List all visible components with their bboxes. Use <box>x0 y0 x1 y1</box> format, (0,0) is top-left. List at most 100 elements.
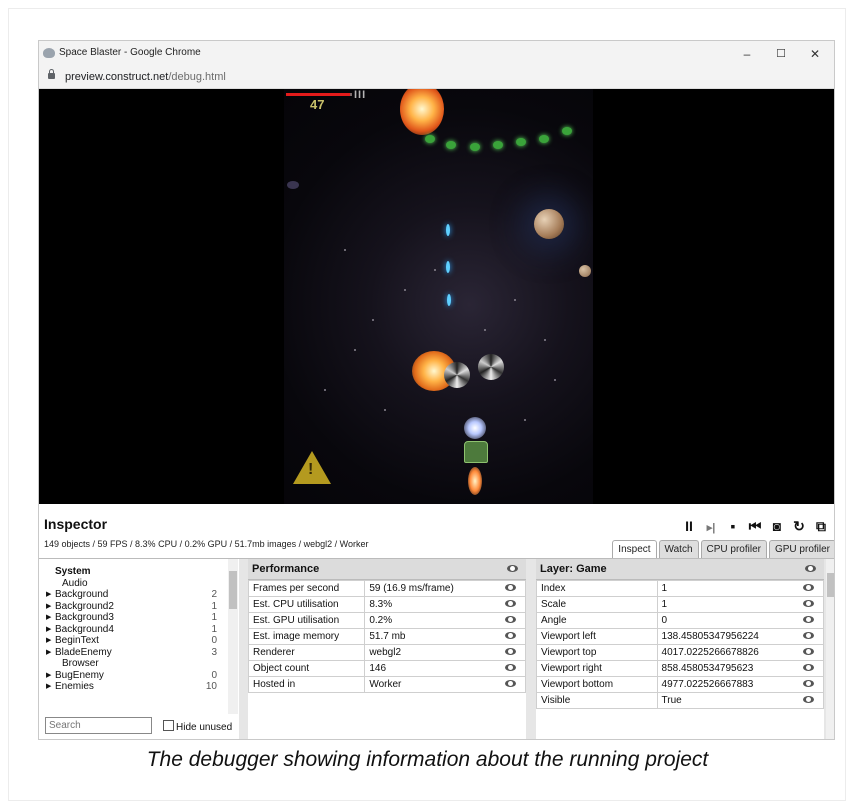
property-value[interactable]: 4017.0225266678826 <box>656 644 793 661</box>
tree-item[interactable]: Background3 1 <box>45 612 225 624</box>
tab-inspect[interactable]: Inspect <box>612 540 657 558</box>
game-canvas[interactable]: 47 III ! <box>284 89 593 504</box>
tree-item-count: 3 <box>211 646 217 658</box>
minimize-button[interactable]: – <box>730 43 764 65</box>
property-value[interactable]: 146 <box>364 660 495 677</box>
tree-item[interactable]: Background2 1 <box>45 601 225 613</box>
eye-icon[interactable] <box>802 664 814 671</box>
step-icon[interactable]: ▸| <box>700 521 722 534</box>
url[interactable]: preview.construct.net/debug.html <box>65 71 226 83</box>
eye-icon[interactable] <box>805 565 816 572</box>
popout-icon[interactable]: ⧉ <box>810 518 832 535</box>
property-value[interactable]: 8.3% <box>364 596 495 613</box>
property-value[interactable]: 1 <box>656 596 793 613</box>
watch-toggle[interactable] <box>793 628 824 645</box>
watch-toggle[interactable] <box>495 660 526 677</box>
eye-icon[interactable] <box>504 664 516 671</box>
tab-watch[interactable]: Watch <box>658 540 699 558</box>
property-value[interactable]: True <box>656 692 793 709</box>
property-value[interactable]: 858.4580534795623 <box>656 660 793 677</box>
eye-icon[interactable] <box>802 584 814 591</box>
eye-icon[interactable] <box>504 632 516 639</box>
game-viewport: 47 III ! <box>39 89 834 504</box>
star <box>404 289 406 291</box>
tree-item[interactable]: BeginText 0 <box>45 635 225 647</box>
address-bar[interactable]: preview.construct.net/debug.html <box>39 67 834 89</box>
tree-item[interactable]: Browser <box>45 658 225 670</box>
property-value[interactable]: 0 <box>656 612 793 629</box>
eye-icon[interactable] <box>802 680 814 687</box>
watch-toggle[interactable] <box>793 660 824 677</box>
eye-icon[interactable] <box>504 616 516 623</box>
property-value[interactable]: 0.2% <box>364 612 495 629</box>
eye-icon[interactable] <box>504 600 516 607</box>
property-value[interactable]: 4977.022526667883 <box>656 676 793 693</box>
eye-icon[interactable] <box>802 648 814 655</box>
tree-item[interactable]: Audio <box>45 578 225 590</box>
property-row: Scale 1 <box>536 596 824 613</box>
performance-header[interactable]: Performance <box>248 559 526 580</box>
property-value[interactable]: webgl2 <box>364 644 495 661</box>
watch-toggle[interactable] <box>793 612 824 629</box>
tree-item[interactable]: BladeEnemy 3 <box>45 647 225 659</box>
tree-scroll-thumb[interactable] <box>229 571 237 609</box>
eye-icon[interactable] <box>802 696 814 703</box>
tree-item[interactable]: Background4 1 <box>45 624 225 636</box>
eye-icon[interactable] <box>507 565 518 572</box>
tree-item[interactable]: Background 2 <box>45 589 225 601</box>
tree-item-count: 0 <box>211 669 217 681</box>
window-title: Space Blaster - Google Chrome <box>59 47 201 58</box>
tree-item-label: System <box>55 566 91 577</box>
pause-icon[interactable]: II <box>678 518 700 534</box>
save-icon[interactable]: ▪ <box>722 518 744 534</box>
watch-toggle[interactable] <box>495 644 526 661</box>
layer-header[interactable]: Layer: Game <box>536 559 824 580</box>
screenshot-icon[interactable]: ◙ <box>766 518 788 534</box>
debugger-toolbar: II ▸| ▪ ⏮ ◙ ↻ ⧉ <box>678 518 832 534</box>
restart-icon[interactable]: ↻ <box>788 518 810 535</box>
property-value[interactable]: Worker <box>364 676 495 693</box>
tree-item[interactable]: Enemies 10 <box>45 681 225 693</box>
load-icon[interactable]: ⏮ <box>744 518 766 535</box>
tree-scrollbar[interactable] <box>228 559 238 714</box>
property-value[interactable]: 1 <box>656 580 793 597</box>
watch-toggle[interactable] <box>495 580 526 597</box>
search-input[interactable] <box>45 717 152 734</box>
watch-toggle[interactable] <box>495 612 526 629</box>
tree-item[interactable]: System <box>45 566 225 578</box>
watch-toggle[interactable] <box>495 676 526 693</box>
property-name: Object count <box>248 660 366 677</box>
tab-gpu-profiler[interactable]: GPU profiler <box>768 540 834 558</box>
panel-scroll-thumb[interactable] <box>827 573 834 597</box>
watch-toggle[interactable] <box>793 644 824 661</box>
close-button[interactable]: ✕ <box>798 43 832 65</box>
tree-item-count: 2 <box>211 589 217 600</box>
property-value[interactable]: 51.7 mb <box>364 628 495 645</box>
property-value[interactable]: 138.45805347956224 <box>656 628 793 645</box>
maximize-button[interactable]: ☐ <box>764 43 798 65</box>
star <box>554 379 556 381</box>
blade-enemy <box>478 354 504 380</box>
inspector-tabs: Inspect Watch CPU profiler GPU profiler <box>610 540 834 558</box>
eye-icon[interactable] <box>504 680 516 687</box>
watch-toggle[interactable] <box>793 676 824 693</box>
watch-toggle[interactable] <box>495 596 526 613</box>
property-name: Angle <box>536 612 658 629</box>
checkbox-box[interactable] <box>163 720 174 731</box>
property-value[interactable]: 59 (16.9 ms/frame) <box>364 580 495 597</box>
eye-icon[interactable] <box>802 616 814 623</box>
eye-icon[interactable] <box>504 584 516 591</box>
enemy <box>446 141 456 149</box>
watch-toggle[interactable] <box>793 596 824 613</box>
tab-cpu-profiler[interactable]: CPU profiler <box>700 540 767 558</box>
panel-scrollbar[interactable] <box>826 559 834 739</box>
hide-unused-checkbox[interactable]: Hide unused <box>163 720 232 733</box>
eye-icon[interactable] <box>504 648 516 655</box>
tree-item[interactable]: BugEnemy 0 <box>45 670 225 682</box>
watch-toggle[interactable] <box>793 692 824 709</box>
watch-toggle[interactable] <box>495 628 526 645</box>
eye-icon[interactable] <box>802 600 814 607</box>
eye-icon[interactable] <box>802 632 814 639</box>
watch-toggle[interactable] <box>793 580 824 597</box>
player-ship <box>464 441 488 463</box>
